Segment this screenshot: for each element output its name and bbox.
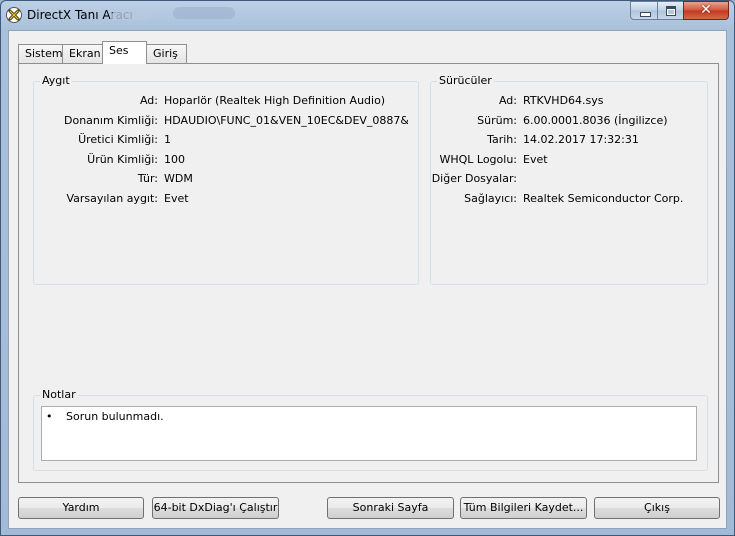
driver-row: Tarih: 14.02.2017 17:32:31 (431, 132, 707, 148)
note-item: Sorun bulunmadı. (66, 410, 164, 423)
device-group-title: Aygıt (40, 74, 72, 87)
blurred-background-shape (173, 7, 235, 19)
tab-ekran[interactable]: Ekran (62, 44, 104, 63)
device-row: Üretici Kimliği: 1 (34, 132, 418, 148)
driver-value: 14.02.2017 17:32:31 (523, 133, 639, 146)
device-row: Ad: Hoparlör (Realtek High Definition Au… (34, 93, 418, 109)
next-page-button[interactable]: Sonraki Sayfa (327, 497, 454, 519)
device-label: Tür: (137, 172, 158, 185)
device-row: Donanım Kimliği: HDAUDIO\FUNC_01&VEN_10E… (34, 113, 418, 129)
driver-row: Ad: RTKVHD64.sys (431, 93, 707, 109)
maximize-icon (666, 6, 676, 16)
driver-label: Sağlayıcı: (464, 192, 517, 205)
close-icon: ✕ (700, 2, 712, 18)
notes-textbox[interactable]: • Sorun bulunmadı. (41, 406, 697, 461)
tab-giris[interactable]: Giriş (146, 44, 187, 63)
device-label: Ad: (139, 94, 158, 107)
device-value: Hoparlör (Realtek High Definition Audio) (164, 94, 386, 107)
dxdiag-window: DirectX Tanı Aracı ✕ Sistem Ekran Ses Gi… (0, 0, 735, 536)
notes-group-title: Notlar (40, 388, 78, 401)
maximize-button[interactable] (657, 1, 684, 20)
driver-value: RTKVHD64.sys (523, 94, 604, 107)
device-value: HDAUDIO\FUNC_01&VEN_10EC&DEV_0887&SUBS' (164, 114, 408, 127)
device-value: 100 (164, 153, 185, 166)
device-value: Evet (164, 192, 189, 205)
driver-label: Diğer Dosyalar: (431, 172, 517, 185)
driver-row: WHQL Logolu: Evet (431, 152, 707, 168)
device-label: Üretici Kimliği: (78, 133, 158, 146)
driver-row: Sürüm: 6.00.0001.8036 (İngilizce) (431, 113, 707, 129)
save-all-info-button[interactable]: Tüm Bilgileri Kaydet... (460, 497, 587, 519)
driver-label: WHQL Logolu: (439, 153, 517, 166)
tab-panel-ses: Aygıt Ad: Hoparlör (Realtek High Definit… (18, 63, 719, 483)
device-label: Donanım Kimliği: (64, 114, 158, 127)
driver-row: Sağlayıcı: Realtek Semiconductor Corp. (431, 191, 707, 207)
device-label: Varsayılan aygıt: (66, 192, 158, 205)
driver-label: Tarih: (487, 133, 517, 146)
device-value: 1 (164, 133, 171, 146)
drivers-group: Sürücüler Ad: RTKVHD64.sys Sürüm: 6.00.0… (430, 74, 708, 285)
close-button[interactable]: ✕ (683, 1, 729, 20)
title-bar[interactable]: DirectX Tanı Aracı ✕ (1, 1, 734, 29)
directx-icon (6, 7, 22, 23)
blurred-background-shape (111, 12, 151, 20)
device-value: WDM (164, 172, 193, 185)
help-button[interactable]: Yardım (18, 497, 144, 519)
notes-group: Notlar • Sorun bulunmadı. (33, 388, 708, 471)
tab-ses[interactable]: Ses (102, 41, 147, 64)
tab-sistem[interactable]: Sistem (18, 44, 63, 63)
minimize-icon (640, 12, 651, 17)
run-64bit-dxdiag-button[interactable]: 64-bit DxDiag'ı Çalıştır (152, 497, 279, 519)
device-row: Ürün Kimliği: 100 (34, 152, 418, 168)
minimize-button[interactable] (630, 1, 658, 20)
driver-label: Ad: (498, 94, 517, 107)
exit-button[interactable]: Çıkış (594, 497, 720, 519)
driver-row: Diğer Dosyalar: (431, 171, 707, 187)
drivers-group-title: Sürücüler (437, 74, 494, 87)
client-area: Sistem Ekran Ses Giriş Aygıt Ad: Hoparlö… (8, 30, 727, 529)
device-label: Ürün Kimliği: (87, 153, 158, 166)
device-row: Varsayılan aygıt: Evet (34, 191, 418, 207)
driver-value: Realtek Semiconductor Corp. (523, 192, 684, 205)
bullet-icon: • (46, 410, 53, 423)
driver-label: Sürüm: (477, 114, 517, 127)
device-group: Aygıt Ad: Hoparlör (Realtek High Definit… (33, 74, 419, 285)
device-row: Tür: WDM (34, 171, 418, 187)
driver-value: 6.00.0001.8036 (İngilizce) (523, 114, 668, 127)
driver-value: Evet (523, 153, 548, 166)
